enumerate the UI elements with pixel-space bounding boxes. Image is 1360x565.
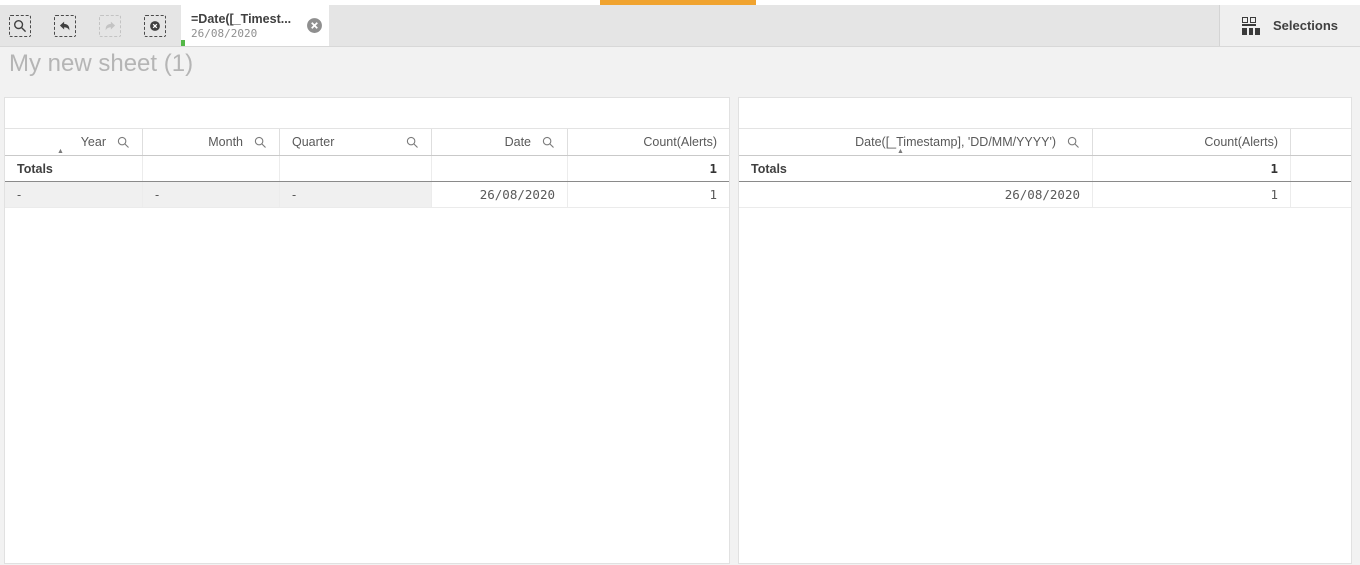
sheet-title: My new sheet (1) [9, 50, 194, 77]
sort-ascending-icon: ▲ [897, 148, 904, 155]
column-header-count-alerts[interactable]: Count(Alerts) [568, 129, 729, 155]
table-title-area [739, 98, 1351, 128]
clear-selections-icon [150, 20, 160, 31]
straight-table-right: ▲ Date([_Timestamp], 'DD/MM/YYYY') Count… [738, 97, 1352, 564]
search-icon[interactable] [117, 136, 130, 149]
column-label: Count(Alerts) [1204, 135, 1278, 149]
totals-row: Totals 1 [739, 156, 1351, 182]
clear-selections-button[interactable] [144, 14, 166, 37]
cell-date[interactable]: 26/08/2020 [432, 182, 568, 207]
table-header-row: ▲ Year Month Quarter Date Count(Alerts) [5, 128, 729, 156]
table-row: 26/08/2020 1 [739, 182, 1351, 208]
search-icon[interactable] [406, 136, 419, 149]
column-label: Date([_Timestamp], 'DD/MM/YYYY') [855, 135, 1056, 149]
cell-count-alerts: 1 [709, 187, 717, 202]
cell-empty [1291, 182, 1351, 207]
search-icon[interactable] [542, 136, 555, 149]
column-label: Date [504, 135, 531, 149]
step-forward-button[interactable] [99, 14, 121, 37]
column-label: Month [208, 135, 243, 149]
table-title-area [5, 98, 729, 128]
cell-date[interactable]: 26/08/2020 [739, 182, 1093, 207]
column-header-date[interactable]: Date [432, 129, 568, 155]
undo-icon [59, 21, 70, 30]
search-icon[interactable] [254, 136, 267, 149]
selection-state-indicator [181, 40, 185, 46]
selections-button-label: Selections [1272, 18, 1339, 33]
column-header-empty [1291, 129, 1351, 155]
cell-count-alerts: 1 [1093, 182, 1291, 207]
cell-year: - [5, 182, 143, 207]
totals-cell [280, 156, 432, 181]
search-icon[interactable] [1067, 136, 1080, 149]
cell-quarter: - [280, 182, 432, 207]
redo-icon [105, 21, 116, 30]
totals-label-cell: Totals [5, 156, 143, 181]
cell-month: - [143, 182, 280, 207]
column-label: Count(Alerts) [643, 135, 717, 149]
column-label: Year [80, 135, 106, 149]
totals-value-cell: 1 [709, 161, 717, 176]
totals-value-cell: 1 [1093, 156, 1291, 181]
column-header-count-alerts[interactable]: Count(Alerts) [1093, 129, 1291, 155]
toolbar: =Date([_Timest... 26/08/2020 Selections [0, 5, 1360, 47]
step-back-button[interactable] [54, 14, 76, 37]
totals-label-cell: Totals [739, 156, 1093, 181]
sort-ascending-icon: ▲ [57, 148, 64, 155]
chip-selected-value: 26/08/2020 [191, 26, 258, 40]
selections-tool-button[interactable]: Selections [1219, 5, 1360, 46]
table-row: - - - 26/08/2020 1 [5, 182, 729, 208]
smart-search-button[interactable] [9, 14, 31, 37]
totals-row: Totals 1 [5, 156, 729, 182]
totals-cell [432, 156, 568, 181]
search-icon [13, 19, 27, 32]
column-header-year[interactable]: ▲ Year [5, 129, 143, 155]
current-selection-chip[interactable]: =Date([_Timest... 26/08/2020 [181, 5, 329, 46]
column-header-month[interactable]: Month [143, 129, 280, 155]
table-header-row: ▲ Date([_Timestamp], 'DD/MM/YYYY') Count… [739, 128, 1351, 156]
chip-field-expression: =Date([_Timest... [191, 11, 292, 26]
totals-cell [143, 156, 280, 181]
selections-grid-icon [1241, 16, 1260, 35]
column-header-quarter[interactable]: Quarter [280, 129, 432, 155]
chip-text: =Date([_Timest... 26/08/2020 [191, 12, 306, 40]
column-label: Quarter [292, 135, 335, 149]
chip-close-icon[interactable] [306, 17, 323, 34]
straight-table-left: ▲ Year Month Quarter Date Count(Alerts) … [4, 97, 730, 564]
totals-cell [1291, 156, 1351, 181]
selection-tools [0, 5, 181, 46]
column-header-timestamp-date[interactable]: ▲ Date([_Timestamp], 'DD/MM/YYYY') [739, 129, 1093, 155]
